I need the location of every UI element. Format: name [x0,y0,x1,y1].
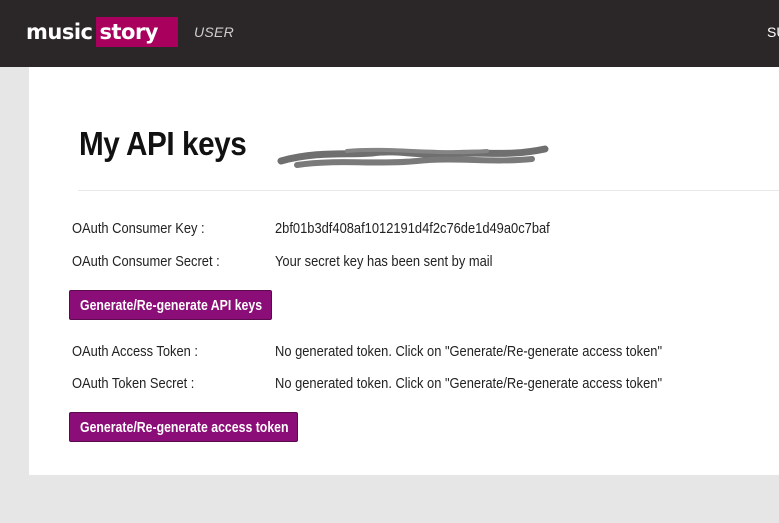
access-token-value: No generated token. Click on "Generate/R… [275,343,663,360]
title-divider [78,190,779,191]
generate-api-keys-button[interactable]: Generate/Re-generate API keys [69,290,272,320]
consumer-key-value: 2bf01b3df408af1012191d4f2c76de1d49a0c7ba… [275,220,551,237]
logo-word-story: story [96,17,178,47]
token-secret-label: OAuth Token Secret : [72,375,195,392]
consumer-secret-label: OAuth Consumer Secret : [72,253,220,270]
top-navigation-bar: music story USER SU [0,0,779,67]
user-menu-link[interactable]: SU [767,24,779,40]
consumer-secret-value: Your secret key has been sent by mail [275,253,493,270]
generate-access-token-button[interactable]: Generate/Re-generate access token [69,412,298,442]
token-secret-value: No generated token. Click on "Generate/R… [275,375,663,392]
main-panel: My API keys OAuth Consumer Key : 2bf01b3… [29,67,779,475]
generate-access-token-button-label: Generate/Re-generate access token [80,419,289,436]
page-title: My API keys [79,125,247,162]
logo-word-music: music [26,20,93,44]
section-label: USER [194,24,235,40]
redaction-scribble [277,145,549,168]
access-token-label: OAuth Access Token : [72,343,198,360]
music-story-logo[interactable]: music story [26,17,178,47]
consumer-key-label: OAuth Consumer Key : [72,220,205,237]
generate-api-keys-button-label: Generate/Re-generate API keys [80,297,263,314]
